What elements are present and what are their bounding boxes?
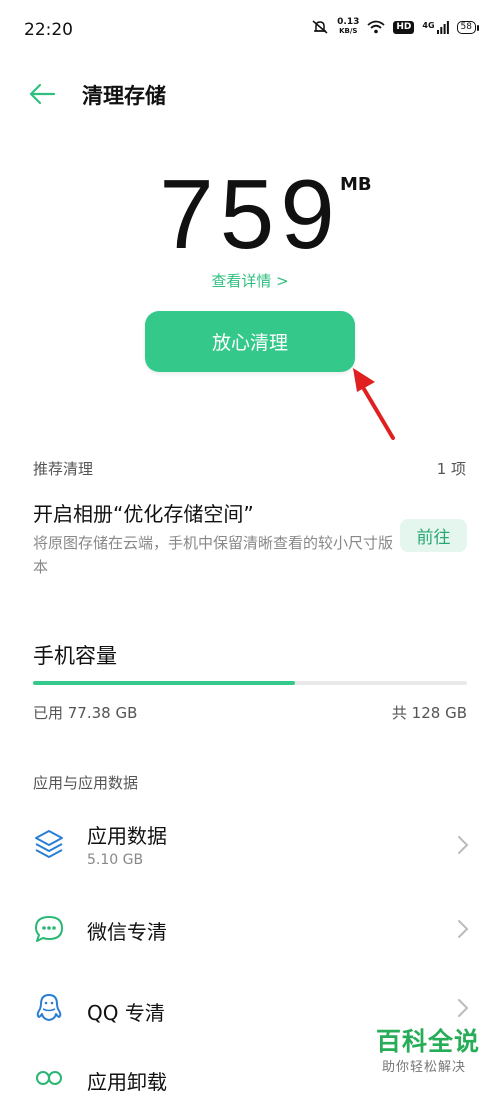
network-type: 4G (422, 20, 435, 30)
cell-signal: 4G (422, 20, 449, 34)
go-button[interactable]: 前往 (400, 519, 467, 552)
recommend-label: 推荐清理 (33, 460, 94, 478)
clean-button[interactable]: 放心清理 (145, 311, 355, 372)
chevron-right-icon (458, 920, 469, 938)
wechat-clean-title: 微信专清 (87, 920, 167, 944)
back-arrow-icon[interactable] (28, 80, 58, 108)
qq-clean-title: QQ 专清 (87, 1001, 165, 1025)
app-uninstall-icon (36, 1071, 62, 1085)
capacity-bar-fill (33, 681, 296, 685)
app-data-size: 5.10 GB (87, 852, 144, 868)
watermark-slogan: 助你轻松解决 (382, 1060, 467, 1075)
view-details-link[interactable]: 查看详情 > (0, 270, 500, 291)
app-data-title: 应用数据 (87, 824, 167, 848)
total-capacity: 共 128 GB (391, 704, 467, 722)
watermark-logo-text: 百科全说 (376, 1027, 481, 1056)
status-time: 22:20 (24, 20, 73, 40)
recommend-item-title: 开启相册“优化存储空间” (33, 502, 254, 526)
app-uninstall-title[interactable]: 应用卸载 (87, 1066, 167, 1095)
network-speed: 0.13 KB/S (337, 18, 359, 36)
speed-value: 0.13 (337, 17, 360, 27)
status-icons: 0.13 KB/S HD 4G 58 (311, 18, 480, 36)
list-item-wechat-clean[interactable] (0, 895, 500, 965)
signal-bars-icon (436, 20, 449, 34)
capacity-title: 手机容量 (33, 644, 117, 668)
battery-indicator: 58 (456, 20, 480, 34)
hd-badge: HD (393, 20, 415, 34)
red-pointer-arrow-icon (353, 368, 395, 440)
penguin-icon (36, 994, 62, 1021)
chevron-right-icon (458, 999, 469, 1017)
recommend-count: 1 项 (436, 460, 466, 478)
chevron-right-icon (458, 836, 469, 854)
recommend-item-description: 将原图存储在云端，手机中保留清晰查看的较小尺寸版本 (33, 534, 394, 576)
junk-size-value: 759 (159, 159, 341, 269)
apps-section-label: 应用与应用数据 (33, 774, 139, 792)
speed-unit: KB/S (339, 27, 358, 35)
list-item-app-data[interactable] (0, 808, 500, 878)
wifi-icon (367, 20, 385, 34)
layers-icon (35, 830, 63, 858)
chat-bubble-icon (35, 916, 63, 942)
junk-size-unit: MB (340, 174, 372, 195)
junk-size-display: 759 (0, 158, 500, 271)
mute-bell-icon (312, 20, 328, 34)
used-capacity: 已用 77.38 GB (33, 704, 138, 722)
capacity-bar (33, 681, 467, 685)
page-title: 清理存储 (82, 84, 166, 108)
